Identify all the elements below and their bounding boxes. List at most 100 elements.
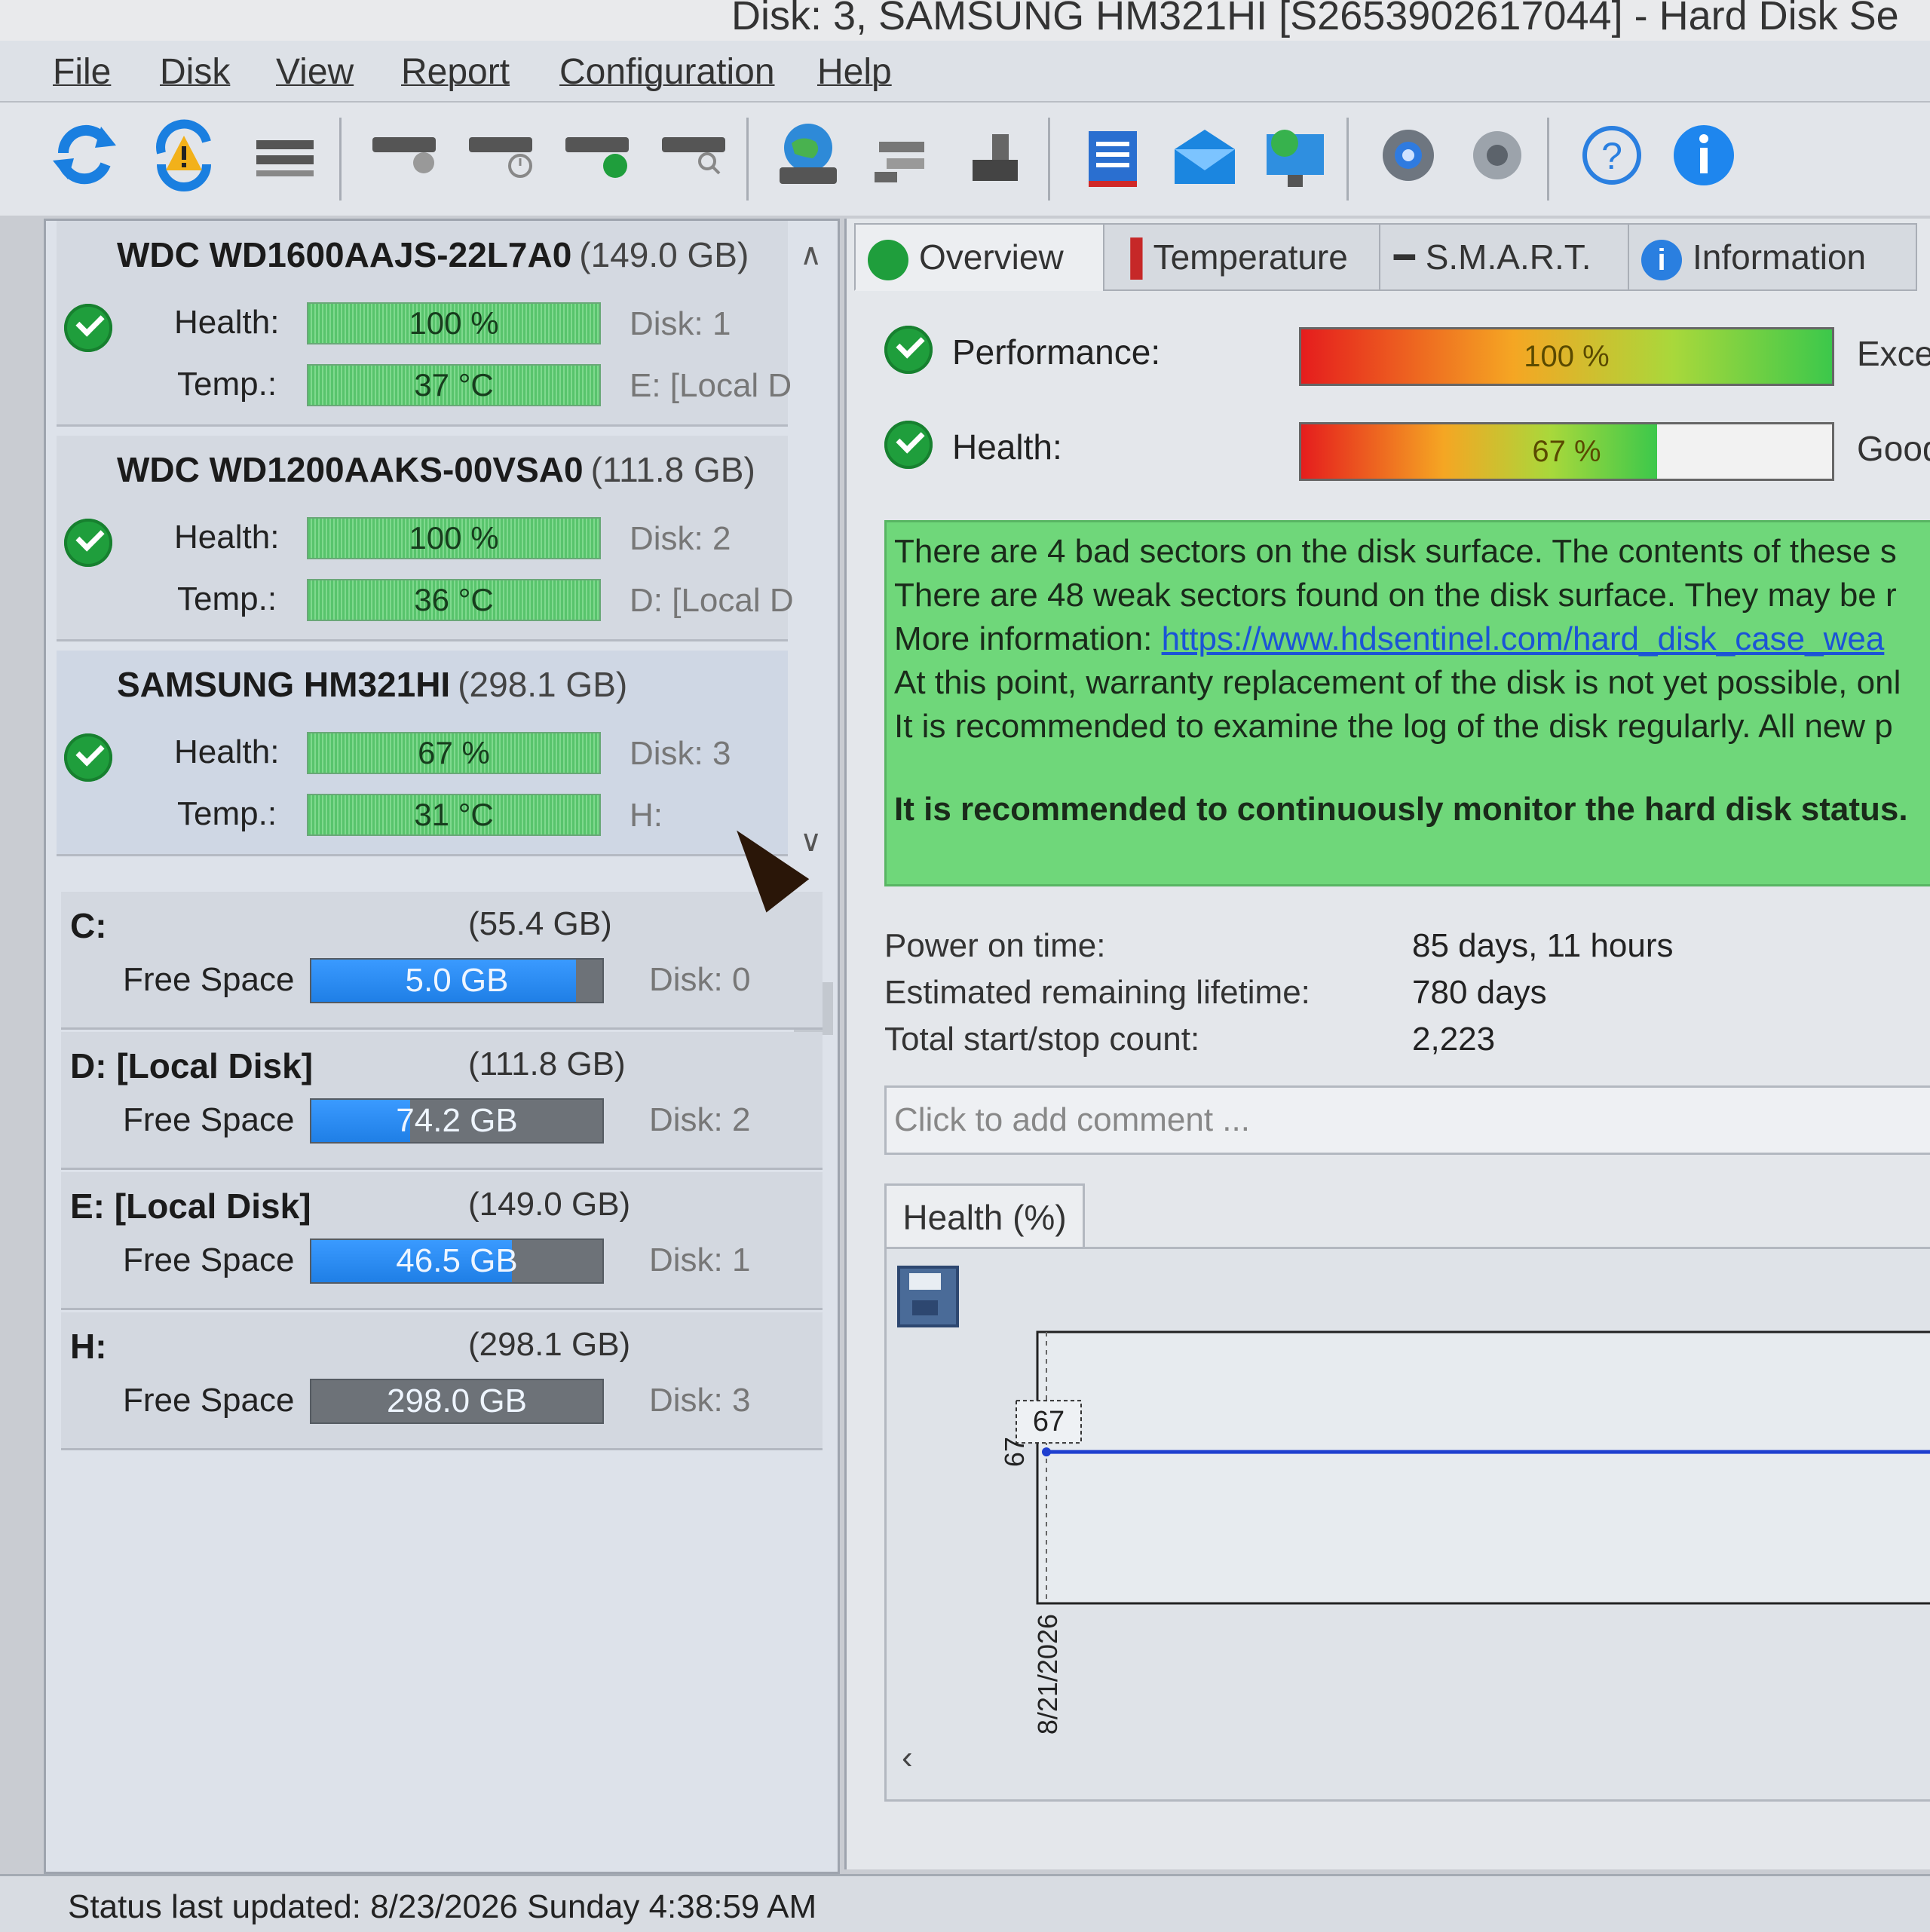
svg-text:?: ? bbox=[1601, 135, 1622, 177]
power-on-value: 85 days, 11 hours bbox=[1412, 927, 1674, 964]
health-label: Health: bbox=[174, 304, 280, 341]
window-title: Disk: 3, SAMSUNG HM321HI [S2653902617044… bbox=[731, 0, 1899, 38]
health-bar: 67 % bbox=[1299, 422, 1834, 481]
volume-note: D: [Local D bbox=[630, 582, 794, 619]
network-disk-icon[interactable] bbox=[867, 112, 939, 194]
message-line: It is recommended to examine the log of … bbox=[894, 708, 1893, 745]
tab-overview[interactable]: Overview bbox=[854, 223, 1106, 291]
scroll-down-arrow[interactable]: ∨ bbox=[800, 824, 822, 859]
volume-note: E: [Local D bbox=[630, 367, 792, 404]
free-space-bar: 74.2 GB bbox=[310, 1098, 604, 1144]
volume-size: (111.8 GB) bbox=[468, 1046, 626, 1082]
disk-schedule-icon[interactable] bbox=[466, 112, 538, 194]
volume-item-h[interactable]: H: (298.1 GB) Free Space 298.0 GB Disk: … bbox=[61, 1312, 823, 1450]
disk-title: WDC WD1200AAKS-00VSA0 (111.8 GB) bbox=[117, 450, 755, 489]
menu-file[interactable]: File bbox=[53, 51, 111, 93]
info-icon[interactable] bbox=[1668, 112, 1740, 194]
more-info-link[interactable]: https://www.hdsentinel.com/hard_disk_cas… bbox=[1162, 620, 1885, 657]
volume-name: C: bbox=[70, 906, 107, 945]
menu-configuration[interactable]: Configuration bbox=[559, 51, 775, 93]
web-icon[interactable] bbox=[1259, 112, 1331, 194]
volume-disk-index: Disk: 1 bbox=[649, 1242, 751, 1278]
details-panel: Overview ▐ Temperature ━ S.M.A.R.T. i Infor… bbox=[844, 219, 1930, 1869]
tab-information[interactable]: i Information bbox=[1628, 223, 1917, 291]
temp-label: Temp.: bbox=[177, 366, 277, 403]
menu-disk[interactable]: Disk bbox=[160, 51, 230, 93]
volume-disk-index: Disk: 2 bbox=[649, 1101, 751, 1138]
chart-tab-health[interactable]: Health (%) bbox=[884, 1183, 1085, 1249]
status-ok-icon bbox=[64, 733, 112, 782]
disk-item-3[interactable]: SAMSUNG HM321HI (298.1 GB) Health: 67 % D… bbox=[57, 651, 788, 856]
check-icon bbox=[868, 239, 908, 280]
x-tick-label: 8/21/2026 bbox=[1032, 1614, 1063, 1735]
refresh-warning-icon[interactable] bbox=[148, 112, 220, 194]
volume-item-c[interactable]: C: (55.4 GB) Free Space 5.0 GB Disk: 0 bbox=[61, 892, 823, 1030]
free-space-bar: 5.0 GB bbox=[310, 958, 604, 1003]
health-label: Health: bbox=[952, 427, 1062, 467]
temp-bar: 36 °C bbox=[307, 579, 601, 621]
lifetime-label: Estimated remaining lifetime: bbox=[884, 974, 1310, 1011]
disk-search-icon[interactable] bbox=[659, 112, 731, 194]
scroll-up-arrow[interactable]: ∧ bbox=[800, 237, 822, 272]
gear-icon[interactable] bbox=[1372, 112, 1444, 194]
free-space-label: Free Space bbox=[123, 961, 295, 998]
disk-title: SAMSUNG HM321HI (298.1 GB) bbox=[117, 665, 628, 704]
temp-label: Temp.: bbox=[177, 795, 277, 832]
thermometer-icon: ▐ bbox=[1118, 237, 1143, 277]
disk-test-icon[interactable] bbox=[369, 112, 442, 194]
startstop-value: 2,223 bbox=[1412, 1021, 1496, 1058]
message-line: There are 48 weak sectors found on the d… bbox=[894, 577, 1897, 614]
scroll-left-arrow[interactable]: ‹ bbox=[902, 1739, 913, 1777]
status-bar: Status last updated: 8/23/2026 Sunday 4:… bbox=[0, 1874, 1930, 1932]
health-chart: 67 67 8/21/2026 ‹ bbox=[884, 1247, 1930, 1802]
performance-ok-icon bbox=[884, 326, 933, 374]
refresh-icon[interactable] bbox=[48, 112, 121, 194]
disk-index: Disk: 1 bbox=[630, 305, 731, 342]
health-label: Health: bbox=[174, 733, 280, 770]
menu-help[interactable]: Help bbox=[817, 51, 892, 93]
health-ok-icon bbox=[884, 421, 933, 469]
menu-view[interactable]: View bbox=[276, 51, 354, 93]
menu-report[interactable]: Report bbox=[401, 51, 510, 93]
email-icon[interactable] bbox=[1169, 112, 1241, 194]
volume-item-e[interactable]: E: [Local Disk] (149.0 GB) Free Space 46… bbox=[61, 1172, 823, 1310]
help-icon[interactable]: ? bbox=[1576, 112, 1648, 194]
report-icon[interactable] bbox=[1078, 112, 1150, 194]
list-icon[interactable] bbox=[249, 112, 321, 194]
health-rating: Good bbox=[1857, 429, 1930, 468]
performance-bar: 100 % bbox=[1299, 327, 1834, 386]
volume-item-d[interactable]: D: [Local Disk] (111.8 GB) Free Space 74… bbox=[61, 1032, 823, 1170]
health-label: Health: bbox=[174, 519, 280, 556]
sound-icon[interactable] bbox=[1463, 112, 1535, 194]
temp-label: Temp.: bbox=[177, 580, 277, 617]
volume-name: E: [Local Disk] bbox=[70, 1186, 311, 1226]
disk-title: WDC WD1600AAJS-22L7A0 (149.0 GB) bbox=[117, 235, 749, 274]
disk-item-2[interactable]: WDC WD1200AAKS-00VSA0 (111.8 GB) Health: … bbox=[57, 436, 794, 641]
smart-icon: ━ bbox=[1394, 237, 1415, 277]
volume-size: (55.4 GB) bbox=[468, 905, 612, 942]
tab-smart[interactable]: ━ S.M.A.R.T. bbox=[1379, 223, 1631, 291]
disk-globe-icon[interactable] bbox=[772, 112, 844, 194]
status-ok-icon bbox=[64, 304, 112, 352]
status-message-box: There are 4 bad sectors on the disk surf… bbox=[884, 520, 1930, 886]
chart-canvas: 6767 8/21/2026 bbox=[999, 1330, 1930, 1735]
disk-item-1[interactable]: WDC WD1600AAJS-22L7A0 (149.0 GB) Health: … bbox=[57, 221, 792, 427]
temp-bar: 31 °C bbox=[307, 794, 601, 836]
disk-index: Disk: 3 bbox=[630, 735, 731, 772]
free-space-label: Free Space bbox=[123, 1101, 295, 1138]
tab-temperature[interactable]: ▐ Temperature bbox=[1103, 223, 1382, 291]
volume-disk-index: Disk: 0 bbox=[649, 961, 751, 998]
message-line: More information: https://www.hdsentinel… bbox=[894, 620, 1885, 657]
health-bar: 100 % bbox=[307, 517, 601, 559]
data-label: 67 bbox=[1033, 1406, 1065, 1438]
volume-size: (298.1 GB) bbox=[468, 1326, 631, 1363]
data-point bbox=[1042, 1447, 1051, 1457]
disk-list-panel: WDC WD1600AAJS-22L7A0 (149.0 GB) Health: … bbox=[44, 219, 840, 1874]
usb-disk-icon[interactable] bbox=[962, 112, 1034, 194]
volume-size: (149.0 GB) bbox=[468, 1186, 631, 1223]
message-line: There are 4 bad sectors on the disk surf… bbox=[894, 533, 1897, 570]
tab-bar: Overview ▐ Temperature ━ S.M.A.R.T. i Infor… bbox=[847, 219, 1930, 294]
comment-input[interactable]: Click to add comment ... bbox=[884, 1085, 1930, 1155]
startstop-label: Total start/stop count: bbox=[884, 1021, 1200, 1058]
disk-ok-icon[interactable] bbox=[562, 112, 635, 194]
